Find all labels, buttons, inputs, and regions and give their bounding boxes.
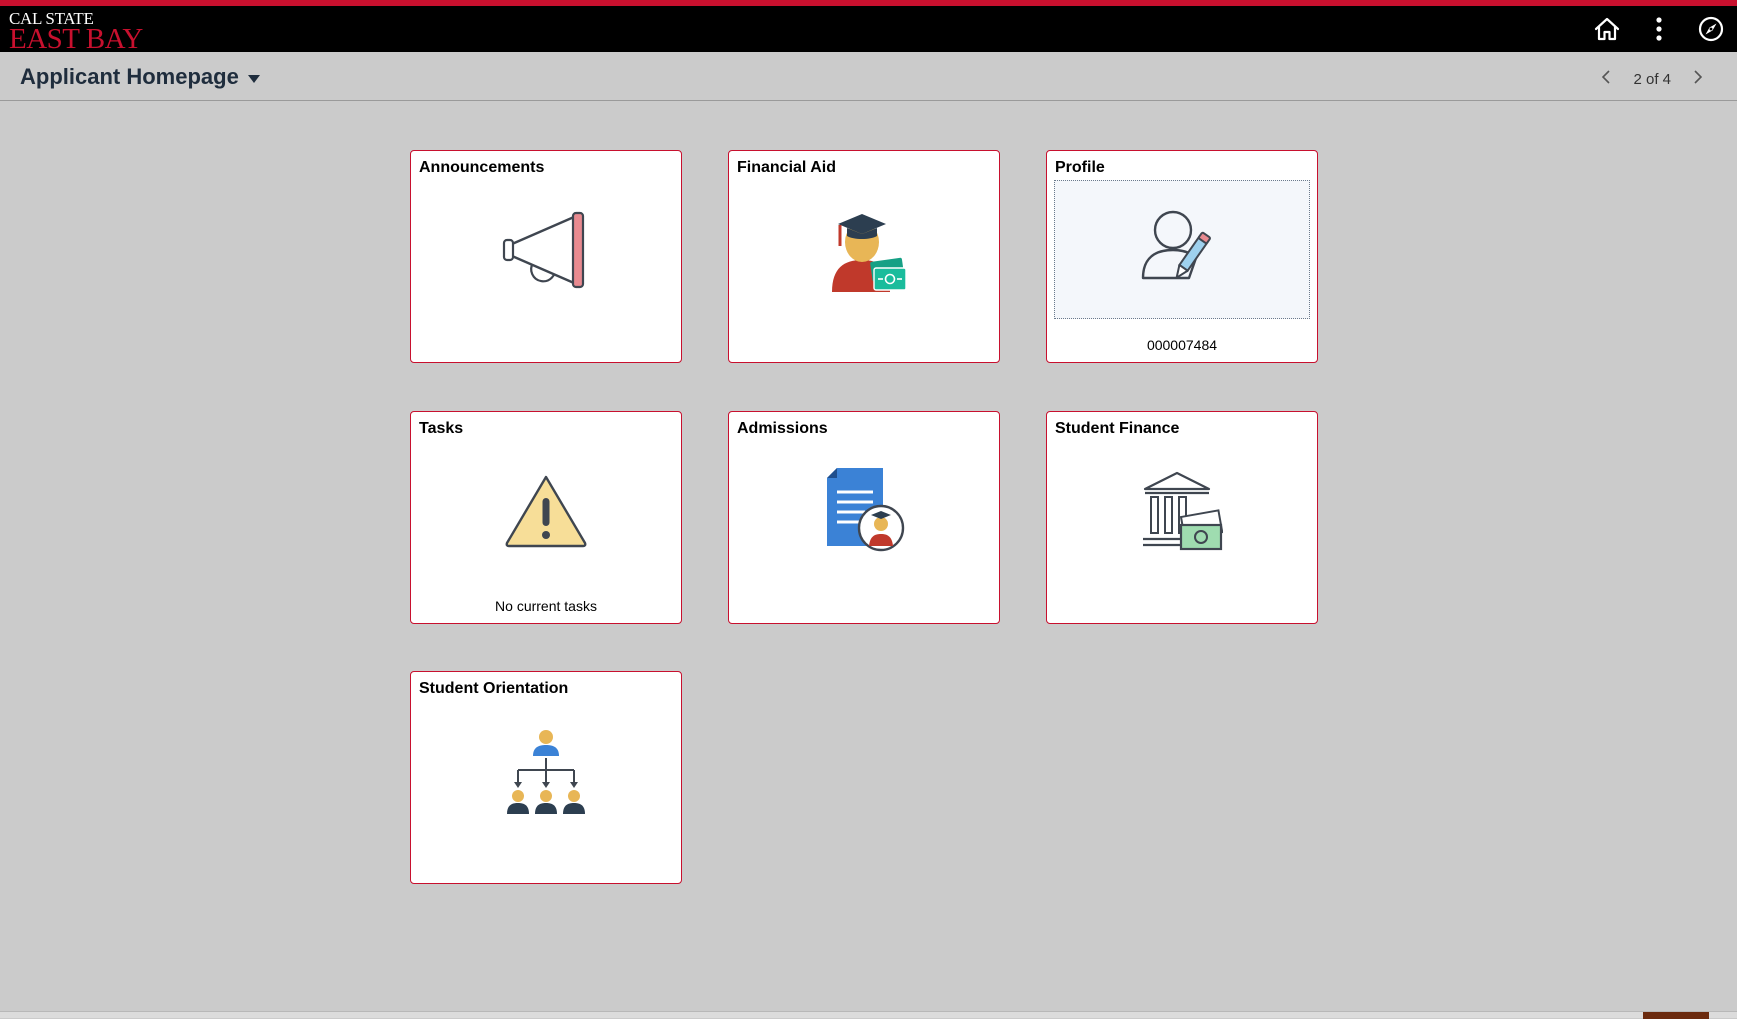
tile-announcements[interactable]: Announcements: [410, 150, 682, 363]
chevron-down-icon: [247, 70, 260, 88]
home-button[interactable]: [1581, 6, 1633, 52]
tile-admissions[interactable]: Admissions: [728, 411, 1000, 624]
bank-money-icon: [1047, 471, 1317, 551]
chevron-right-icon: [1694, 70, 1703, 88]
tile-tasks[interactable]: Tasks No current tasks: [410, 411, 682, 624]
top-banner: CAL STATE EAST BAY: [0, 0, 1737, 54]
megaphone-icon: [411, 211, 681, 289]
warning-icon: [411, 473, 681, 549]
profile-image-area: [1054, 180, 1310, 319]
actions-menu-button[interactable]: [1633, 6, 1685, 52]
page-title: Applicant Homepage: [20, 64, 239, 89]
actions-menu-icon: [1655, 17, 1663, 41]
navbar-button[interactable]: [1685, 6, 1737, 52]
document-graduate-icon: [729, 466, 999, 554]
tile-title: Financial Aid: [737, 159, 836, 176]
tile-title: Tasks: [419, 420, 464, 437]
page-header: Applicant Homepage 2 of 4: [0, 52, 1737, 101]
profile-id: 000007484: [1146, 337, 1218, 353]
homepage-selector[interactable]: Applicant Homepage: [20, 64, 260, 90]
banner-actions: [1581, 6, 1737, 52]
pager-count: 2 of 4: [1633, 70, 1671, 88]
tile-profile[interactable]: Profile 000007484: [1046, 150, 1318, 363]
person-edit-icon: [1137, 206, 1227, 293]
navbar-compass-icon: [1698, 16, 1724, 42]
tile-title: Admissions: [737, 420, 828, 437]
tile-title: Profile: [1055, 159, 1105, 176]
logo-line-2: EAST BAY: [9, 23, 143, 55]
next-homepage-button[interactable]: [1687, 69, 1709, 89]
org-chart-icon: [411, 728, 681, 816]
tile-title: Student Finance: [1055, 420, 1180, 437]
chevron-left-icon: [1602, 70, 1611, 88]
tile-title: Announcements: [419, 159, 545, 176]
tasks-status: No current tasks: [495, 598, 597, 614]
tile-student-orientation[interactable]: Student Orientation: [410, 671, 682, 884]
home-icon: [1594, 17, 1620, 41]
tile-student-finance[interactable]: Student Finance: [1046, 411, 1318, 624]
bottom-strip: [0, 1011, 1737, 1019]
tile-financial-aid[interactable]: Financial Aid: [728, 150, 1000, 363]
previous-homepage-button[interactable]: [1595, 69, 1617, 89]
graduate-money-icon: [729, 206, 999, 294]
homepage-pager: 2 of 4: [1595, 69, 1709, 89]
cal-state-east-bay-logo[interactable]: CAL STATE EAST BAY: [9, 10, 143, 54]
tile-title: Student Orientation: [419, 680, 569, 697]
